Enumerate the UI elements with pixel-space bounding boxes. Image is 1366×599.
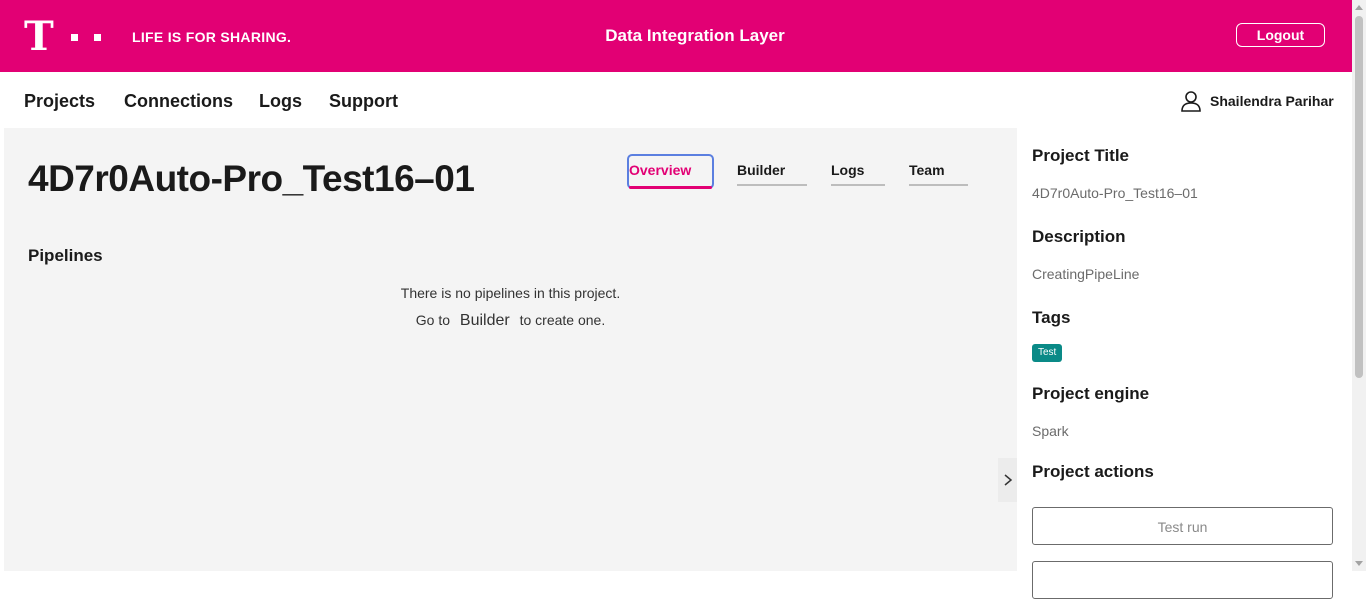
empty-state-hint: Go to Builder to create one. — [4, 312, 1017, 330]
page-title: 4D7r0Auto-Pro_Test16–01 — [28, 158, 475, 199]
collapse-panel-button[interactable] — [998, 458, 1017, 502]
nav-item-projects[interactable]: Projects — [24, 91, 95, 112]
logout-button[interactable]: Logout — [1236, 23, 1325, 47]
goto-prefix: Go to — [415, 312, 451, 328]
test-run-button[interactable]: Test run — [1032, 507, 1333, 545]
empty-state-message: There is no pipelines in this project. — [400, 285, 621, 301]
engine-heading: Project engine — [1032, 384, 1150, 403]
builder-link[interactable]: Builder — [460, 312, 510, 329]
project-action-button[interactable] — [1032, 561, 1333, 599]
project-overview: 4D7r0Auto-Pro_Test16–01 Overview Builder… — [4, 128, 1017, 571]
user-icon — [1181, 91, 1201, 112]
description-value: CreatingPipeLine — [1032, 266, 1140, 282]
tab-logs[interactable]: Logs — [831, 162, 885, 186]
nav-item-connections[interactable]: Connections — [124, 91, 233, 112]
active-tab-indicator — [629, 186, 712, 189]
main-nav: Projects Connections Logs Support Shaile… — [0, 72, 1352, 128]
nav-item-logs[interactable]: Logs — [259, 91, 302, 112]
tag-badge: Test — [1032, 344, 1063, 362]
description-heading: Description — [1032, 227, 1126, 246]
tab-overview[interactable]: Overview — [627, 154, 714, 189]
user-menu[interactable]: Shailendra Parihar — [1180, 90, 1334, 112]
scroll-up-icon[interactable] — [1355, 5, 1363, 10]
engine-value: Spark — [1032, 423, 1069, 439]
tags-heading: Tags — [1032, 308, 1071, 327]
project-details-panel: Project Title 4D7r0Auto-Pro_Test16–01 De… — [1017, 128, 1352, 599]
chevron-right-icon — [1004, 474, 1012, 486]
project-title-value: 4D7r0Auto-Pro_Test16–01 — [1032, 185, 1198, 201]
top-header: T LIFE IS FOR SHARING. Data Integration … — [0, 0, 1352, 72]
nav-item-support[interactable]: Support — [329, 91, 398, 112]
actions-heading: Project actions — [1032, 462, 1154, 481]
tab-overview-label: Overview — [629, 162, 692, 178]
tab-builder[interactable]: Builder — [737, 162, 807, 186]
user-name: Shailendra Parihar — [1210, 93, 1334, 109]
goto-suffix: to create one. — [519, 312, 606, 328]
pipelines-heading: Pipelines — [28, 246, 103, 265]
tab-team[interactable]: Team — [909, 162, 968, 186]
app-title: Data Integration Layer — [605, 26, 785, 45]
scroll-down-icon[interactable] — [1355, 561, 1363, 566]
page-scrollbar[interactable] — [1352, 0, 1366, 571]
scroll-thumb[interactable] — [1355, 16, 1363, 378]
project-title-heading: Project Title — [1032, 146, 1129, 165]
